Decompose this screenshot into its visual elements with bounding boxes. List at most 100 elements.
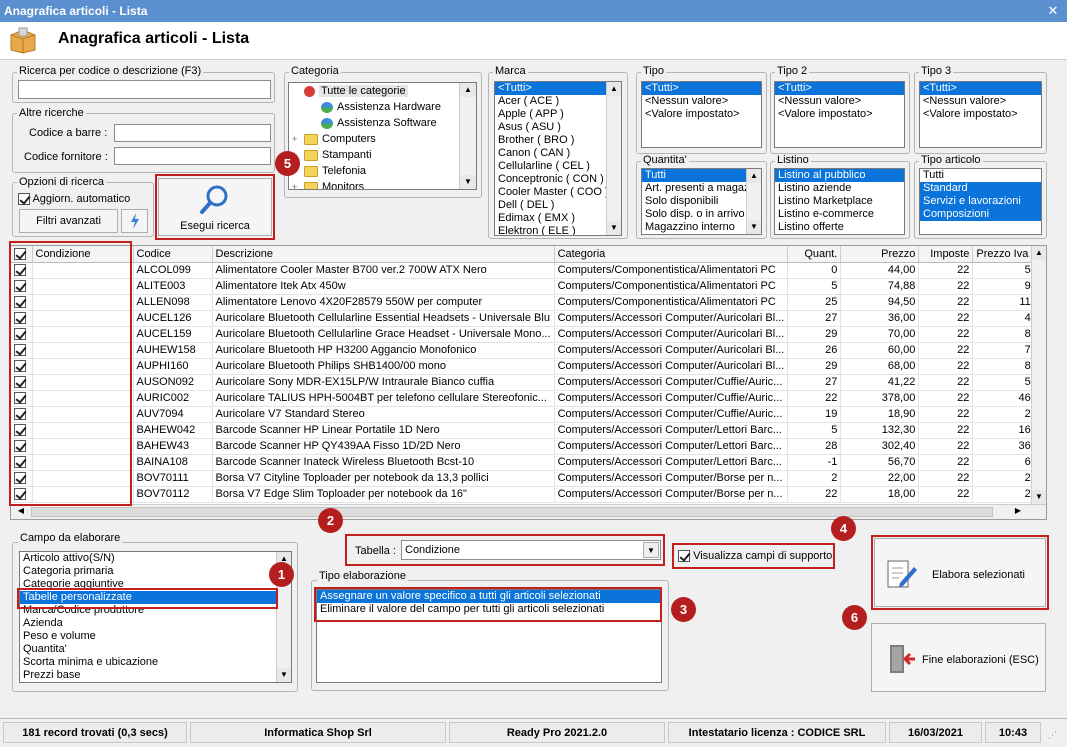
marca-scrollbar[interactable]: ▲ ▼: [606, 82, 621, 235]
quantita-list[interactable]: Tutti Art. presenti a magazzino Solo dispo…: [641, 168, 762, 235]
categoria-tree-item[interactable]: + Monitors: [289, 179, 476, 189]
tipo-item[interactable]: <Nessun valore>: [642, 95, 761, 108]
categoria-tree-item[interactable]: +Stampanti: [289, 147, 476, 163]
search-input[interactable]: [18, 80, 271, 99]
categoria-tree-item[interactable]: Tutte le categorie: [289, 83, 476, 99]
quantita-item[interactable]: Solo disponibili: [642, 195, 761, 208]
table-row[interactable]: BOV70112 Borsa V7 Edge Slim Toploader per…: [11, 486, 1044, 503]
categoria-tree[interactable]: Tutte le categorie Assistenza Hardware Ass…: [288, 82, 477, 190]
tipo2-item[interactable]: <Valore impostato>: [775, 108, 904, 121]
campo-item[interactable]: Articolo attivo(S/N): [20, 552, 291, 565]
window-close-button[interactable]: ✕: [1045, 3, 1061, 19]
process-selected-button[interactable]: Elabora selezionati: [874, 538, 1046, 607]
tipo-articolo-item[interactable]: Standard: [920, 182, 1041, 195]
marca-item[interactable]: Canon ( CAN ): [495, 147, 621, 160]
table-row[interactable]: ALCOL099 Alimentatore Cooler Master B700 …: [11, 262, 1044, 279]
listino-item[interactable]: Listino Marketplace: [775, 195, 904, 208]
table-row[interactable]: AURIC002 Auricolare TALIUS HPH-5004BT per…: [11, 390, 1044, 407]
tipo3-item[interactable]: <Valore impostato>: [920, 108, 1041, 121]
marca-item[interactable]: Cellularline ( CEL ): [495, 160, 621, 173]
col-codice-header[interactable]: Codice: [133, 246, 213, 263]
campo-list[interactable]: Articolo attivo(S/N) Categoria primaria Ca…: [19, 551, 292, 683]
run-search-button[interactable]: Esegui ricerca: [158, 178, 272, 236]
listino-item[interactable]: Listino e-commerce: [775, 208, 904, 221]
listino-item[interactable]: Listino aziende: [775, 182, 904, 195]
table-row[interactable]: AUCEL159 Auricolare Bluetooth Cellularlin…: [11, 326, 1044, 343]
marca-item[interactable]: Acer ( ACE ): [495, 95, 621, 108]
quantita-scrollbar[interactable]: ▲ ▼: [746, 169, 761, 234]
table-row[interactable]: BAINA108 Barcode Scanner Inateck Wireless…: [11, 454, 1044, 471]
col-descrizione-header[interactable]: Descrizione: [212, 246, 555, 263]
marca-item[interactable]: Edimax ( EMX ): [495, 212, 621, 225]
tipo-articolo-item[interactable]: Composizioni: [920, 208, 1041, 221]
barcode-input[interactable]: [114, 124, 271, 142]
tipo-articolo-list[interactable]: Tutti Standard Servizi e lavorazioni Compos…: [919, 168, 1042, 235]
lightning-button[interactable]: [121, 209, 148, 233]
col-imposte-header[interactable]: Imposte: [918, 246, 974, 263]
tipo2-item[interactable]: <Tutti>: [775, 82, 904, 95]
tabella-select[interactable]: Condizione ▼: [401, 540, 661, 560]
marca-item[interactable]: Asus ( ASU ): [495, 121, 621, 134]
end-processing-button[interactable]: Fine elaborazioni (ESC): [871, 623, 1046, 692]
table-row[interactable]: AUPHI160 Auricolare Bluetooth Philips SHB…: [11, 358, 1044, 375]
table-row[interactable]: ALLEN098 Alimentatore Lenovo 4X20F28579 5…: [11, 294, 1044, 311]
marca-item[interactable]: Elektron ( ELE ): [495, 225, 621, 235]
quantita-item[interactable]: Magazzino interno: [642, 221, 761, 234]
support-fields-checkbox[interactable]: Visualizza campi di supporto: [678, 550, 832, 563]
tipo3-item[interactable]: <Tutti>: [920, 82, 1041, 95]
campo-item[interactable]: Prezzi base: [20, 669, 291, 682]
table-row[interactable]: AUSON092 Auricolare Sony MDR-EX15LP/W Int…: [11, 374, 1044, 391]
marca-item[interactable]: Conceptronic ( CON ): [495, 173, 621, 186]
grid-vscrollbar[interactable]: ▲ ▼: [1031, 246, 1046, 504]
tipo-item[interactable]: <Tutti>: [642, 82, 761, 95]
expand-icon[interactable]: +: [292, 131, 304, 147]
col-prezzo-header[interactable]: Prezzo: [840, 246, 920, 263]
tipo2-list[interactable]: <Tutti> <Nessun valore> <Valore impostato>: [774, 81, 905, 148]
categoria-tree-item[interactable]: Assistenza Hardware: [289, 99, 476, 115]
col-categoria-header[interactable]: Categoria: [554, 246, 789, 263]
quantita-item[interactable]: Solo disp. o in arrivo: [642, 208, 761, 221]
marca-item[interactable]: Brother ( BRO ): [495, 134, 621, 147]
listino-item[interactable]: Listino al pubblico: [775, 169, 904, 182]
campo-item[interactable]: Categoria primaria: [20, 565, 291, 578]
tipo-articolo-item[interactable]: Servizi e lavorazioni: [920, 195, 1041, 208]
marca-list[interactable]: <Tutti> Acer ( ACE ) Apple ( APP ) Asus ( A…: [494, 81, 622, 236]
advanced-filters-button[interactable]: Filtri avanzati: [19, 209, 118, 233]
table-row[interactable]: BAHEW042 Barcode Scanner HP Linear Portat…: [11, 422, 1044, 439]
campo-item[interactable]: Peso e volume: [20, 630, 291, 643]
tipo3-list[interactable]: <Tutti> <Nessun valore> <Valore impostato>: [919, 81, 1042, 148]
campo-item[interactable]: Azienda: [20, 617, 291, 630]
tipo-list[interactable]: <Tutti> <Nessun valore> <Valore impostato>: [641, 81, 762, 148]
categoria-scrollbar[interactable]: ▲ ▼: [459, 83, 476, 189]
marca-item[interactable]: <Tutti>: [495, 82, 621, 95]
table-row[interactable]: ALITE003 Alimentatore Itek Atx 450w Comput…: [11, 278, 1044, 295]
marca-item[interactable]: Cooler Master ( COO ): [495, 186, 621, 199]
auto-update-checkbox[interactable]: Aggiorn. automatico: [18, 193, 130, 206]
table-row[interactable]: AUHEW158 Auricolare Bluetooth HP H3200 Ag…: [11, 342, 1044, 359]
supplier-code-input[interactable]: [114, 147, 271, 165]
table-row[interactable]: AUCEL126 Auricolare Bluetooth Cellularlin…: [11, 310, 1044, 327]
marca-item[interactable]: Dell ( DEL ): [495, 199, 621, 212]
table-row[interactable]: BAHEW43 Barcode Scanner HP QY439AA Fisso …: [11, 438, 1044, 455]
campo-item[interactable]: Quantita': [20, 643, 291, 656]
listino-list[interactable]: Listino al pubblico Listino aziende Listin…: [774, 168, 905, 235]
grid-hscroll-thumb[interactable]: [31, 507, 993, 517]
categoria-tree-item[interactable]: Assistenza Software: [289, 115, 476, 131]
quantita-item[interactable]: Tutti: [642, 169, 761, 182]
tipo3-item[interactable]: <Nessun valore>: [920, 95, 1041, 108]
categoria-tree-item[interactable]: +Telefonia: [289, 163, 476, 179]
campo-item[interactable]: Scorta minima e ubicazione: [20, 656, 291, 669]
articles-grid[interactable]: Condizione Codice Descrizione Categoria …: [10, 245, 1047, 520]
expand-icon[interactable]: +: [292, 179, 304, 189]
tipo-articolo-item[interactable]: Tutti: [920, 169, 1041, 182]
categoria-tree-item[interactable]: + Computers: [289, 131, 476, 147]
table-row[interactable]: AUV7094 Auricolare V7 Standard Stereo Comp…: [11, 406, 1044, 423]
grid-hscrollbar[interactable]: ◀ ▶: [11, 504, 1046, 519]
quantita-item[interactable]: Art. presenti a magazzino: [642, 182, 761, 195]
chevron-down-icon[interactable]: ▼: [643, 542, 659, 558]
table-row[interactable]: BOV70111 Borsa V7 Cityline Toploader per …: [11, 470, 1044, 487]
resize-grip-icon[interactable]: ⋰: [1048, 730, 1062, 744]
marca-item[interactable]: Apple ( APP ): [495, 108, 621, 121]
tipo-item[interactable]: <Valore impostato>: [642, 108, 761, 121]
tipo2-item[interactable]: <Nessun valore>: [775, 95, 904, 108]
